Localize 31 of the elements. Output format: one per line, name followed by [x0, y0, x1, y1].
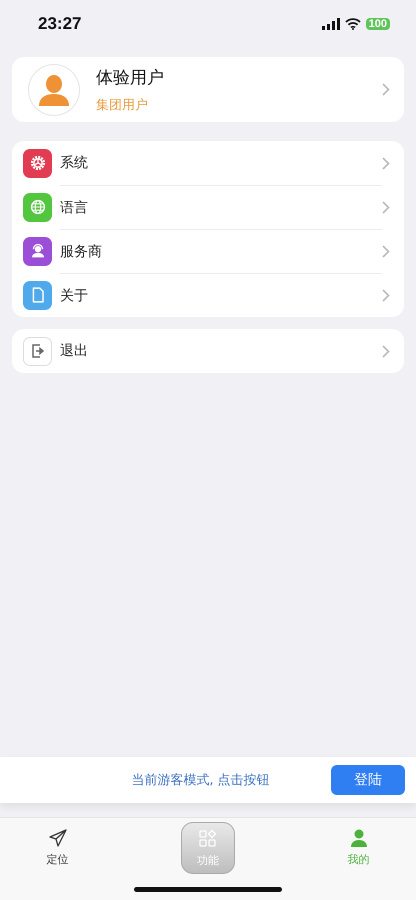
menu-item[interactable]: 关于 — [12, 273, 404, 317]
tab-item[interactable]: 定位 — [0, 818, 115, 868]
status-time: 23:27 — [38, 14, 82, 34]
menu-item[interactable]: 语言 — [12, 185, 404, 229]
menu-label: 服务商 — [60, 229, 382, 273]
menu-label: 语言 — [60, 185, 382, 229]
chevron-icon — [382, 83, 390, 96]
user-role: 集团用户 — [96, 96, 149, 114]
chevron-icon — [382, 288, 390, 302]
exit-icon — [23, 336, 52, 366]
chevron-icon — [382, 156, 390, 170]
menu-label: 系统 — [60, 154, 89, 173]
chevron-icon — [382, 344, 390, 358]
battery-level: 100 — [366, 18, 390, 30]
signal-icon — [322, 18, 340, 30]
login-button[interactable]: 登陆 — [331, 765, 405, 795]
menu-item[interactable]: 服务商 — [12, 229, 404, 273]
guest-message: 当前游客模式, 点击按钮 — [130, 772, 271, 789]
grid-icon — [198, 829, 218, 849]
user-name: 体验用户 — [96, 66, 165, 88]
logout-label: 退出 — [60, 342, 89, 361]
logout-item[interactable]: 退出 — [12, 329, 404, 373]
person-icon — [348, 828, 368, 848]
profile-card[interactable]: 体验用户 集团用户 — [12, 57, 404, 122]
chevron-icon — [382, 200, 390, 214]
wifi-icon — [344, 18, 361, 30]
menu-item[interactable]: 系统 — [12, 141, 404, 185]
chevron-icon — [382, 244, 390, 258]
avatar-icon — [28, 64, 80, 116]
paper-plane-icon — [48, 828, 68, 848]
menu-label: 关于 — [60, 273, 382, 317]
